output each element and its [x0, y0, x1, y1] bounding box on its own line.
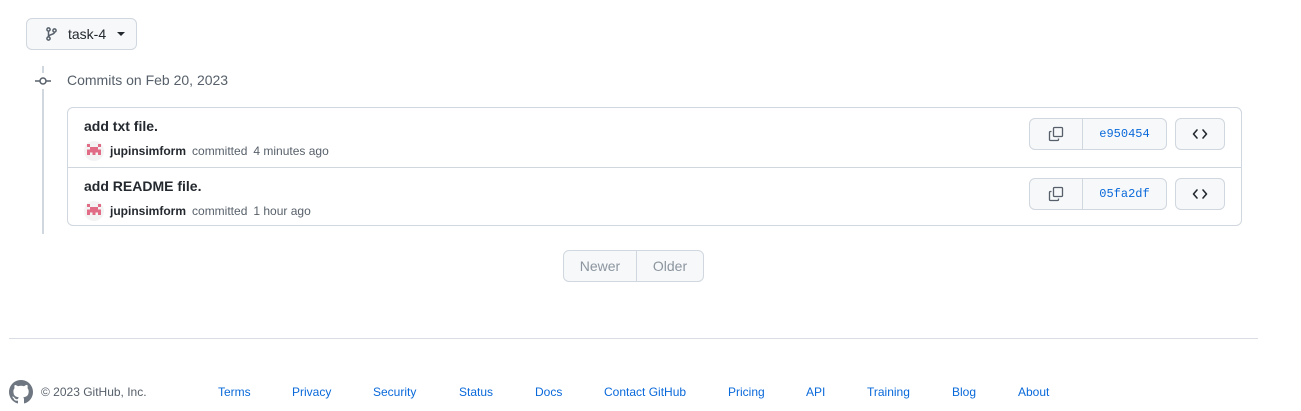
commit-message-link[interactable]: add txt file.: [84, 118, 158, 134]
footer-link-terms[interactable]: Terms: [218, 385, 251, 399]
timeline-line: [42, 66, 44, 234]
footer-link-security[interactable]: Security: [373, 385, 416, 399]
footer-link-status[interactable]: Status: [459, 385, 493, 399]
copy-icon: [1048, 186, 1064, 202]
commit-list: add txt file. jupinsimform committed 4 m…: [67, 107, 1242, 226]
footer-link-contact-github[interactable]: Contact GitHub: [604, 385, 686, 399]
footer-link-api[interactable]: API: [806, 385, 825, 399]
commit-verb: committed: [192, 204, 248, 218]
footer-link-docs[interactable]: Docs: [535, 385, 562, 399]
footer-link-blog[interactable]: Blog: [952, 385, 976, 399]
commit-sha-link[interactable]: 05fa2df: [1083, 179, 1166, 209]
code-icon: [1192, 189, 1208, 199]
footer-divider: [9, 338, 1258, 339]
sha-button-group: e950454: [1029, 118, 1167, 150]
chevron-down-icon: [117, 32, 126, 36]
newer-button[interactable]: Newer: [564, 251, 637, 281]
older-button[interactable]: Older: [637, 251, 703, 281]
branch-selector-button[interactable]: task-4: [26, 18, 137, 50]
footer-copyright: © 2023 GitHub, Inc.: [41, 385, 147, 399]
avatar[interactable]: [84, 141, 104, 161]
sha-button-group: 05fa2df: [1029, 178, 1167, 210]
commit-time: 4 minutes ago: [253, 144, 329, 158]
footer-link-pricing[interactable]: Pricing: [728, 385, 765, 399]
copy-icon: [1048, 126, 1064, 142]
commit-author[interactable]: jupinsimform: [110, 144, 186, 158]
commit-sha-link[interactable]: e950454: [1083, 119, 1166, 149]
git-branch-icon: [44, 26, 58, 42]
footer-link-training[interactable]: Training: [867, 385, 910, 399]
branch-name: task-4: [68, 26, 107, 42]
commit-author[interactable]: jupinsimform: [110, 204, 186, 218]
browse-repo-button[interactable]: [1175, 178, 1225, 210]
commit-message-link[interactable]: add README file.: [84, 178, 201, 194]
pagination: Newer Older: [563, 250, 704, 282]
commit-time: 1 hour ago: [253, 204, 311, 218]
copy-sha-button[interactable]: [1030, 179, 1083, 209]
copy-sha-button[interactable]: [1030, 119, 1083, 149]
commit-node-icon: [35, 73, 51, 89]
commits-date-heading: Commits on Feb 20, 2023: [67, 72, 229, 88]
footer-link-about[interactable]: About: [1018, 385, 1049, 399]
footer-link-privacy[interactable]: Privacy: [292, 385, 331, 399]
commit-row: add README file. jupinsimform committed …: [68, 167, 1241, 226]
commit-verb: committed: [192, 144, 248, 158]
github-logo-icon[interactable]: [9, 380, 33, 404]
commit-row: add txt file. jupinsimform committed 4 m…: [68, 108, 1241, 167]
commit-meta: jupinsimform committed 4 minutes ago: [84, 141, 329, 161]
commit-meta: jupinsimform committed 1 hour ago: [84, 201, 311, 221]
avatar[interactable]: [84, 201, 104, 221]
browse-repo-button[interactable]: [1175, 118, 1225, 150]
code-icon: [1192, 129, 1208, 139]
